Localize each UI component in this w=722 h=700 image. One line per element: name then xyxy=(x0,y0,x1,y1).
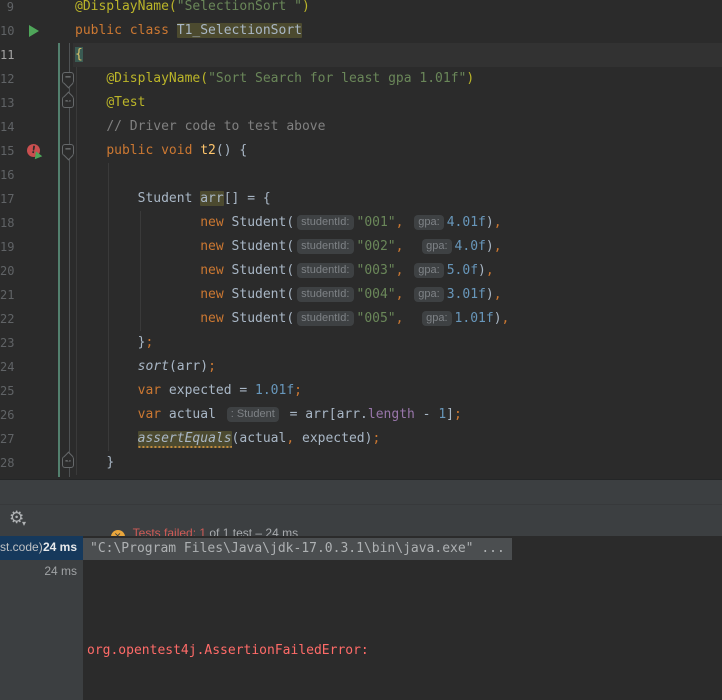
code-line-19[interactable]: 19 new Student(studentId: "002", gpa: 4.0f… xyxy=(0,235,722,259)
code-text: new Student(studentId: "002", gpa: 4.0f), xyxy=(200,239,502,254)
line-number[interactable]: 21 xyxy=(0,287,14,303)
code-text: new Student(studentId: "005", gpa: 1.01f), xyxy=(200,311,510,326)
code-text: public class T1_SelectionSort xyxy=(75,23,302,38)
line-number[interactable]: 13 xyxy=(0,95,14,111)
gear-button[interactable]: ⚙ ▾ xyxy=(9,508,27,528)
parameter-hint: studentId: xyxy=(297,287,354,302)
code-text: new Student(studentId: "001", gpa: 4.01f), xyxy=(200,215,502,230)
code-line-25[interactable]: 25 var expected = 1.01f; xyxy=(0,379,722,403)
fold-marker-icon[interactable]: − xyxy=(62,456,74,468)
code-line-21[interactable]: 21 new Student(studentId: "004", gpa: 3.01… xyxy=(0,283,722,307)
test-failed-run-icon[interactable]: ! xyxy=(26,143,41,158)
code-editor[interactable]: 9 @DisplayName("SelectionSort ") 10 public … xyxy=(0,0,722,479)
line-number[interactable]: 24 xyxy=(0,359,14,375)
line-number[interactable]: 14 xyxy=(0,119,14,135)
test-tree-row[interactable]: st.code) 24 ms xyxy=(0,536,83,560)
test-duration: 24 ms xyxy=(44,564,77,578)
code-text: new Student(studentId: "003", gpa: 5.0f), xyxy=(200,263,494,278)
line-number[interactable]: 23 xyxy=(0,335,14,351)
line-number[interactable]: 9 xyxy=(0,0,14,15)
code-text: @DisplayName("SelectionSort ") xyxy=(75,0,310,14)
line-number[interactable]: 17 xyxy=(0,191,14,207)
code-text: new Student(studentId: "004", gpa: 3.01f), xyxy=(200,287,502,302)
line-number[interactable]: 16 xyxy=(0,167,14,183)
line-number[interactable]: 25 xyxy=(0,383,14,399)
code-text: } xyxy=(106,455,115,470)
code-text: @DisplayName("Sort Search for least gpa … xyxy=(106,71,475,86)
code-text: Student arr[] = { xyxy=(75,191,271,206)
code-line-9[interactable]: 9 @DisplayName("SelectionSort ") xyxy=(0,0,722,19)
test-name-label: st.code) xyxy=(0,540,43,554)
code-text: var expected = 1.01f; xyxy=(137,383,302,398)
code-text: sort(arr); xyxy=(137,359,216,374)
code-text: public void t2() { xyxy=(106,143,248,158)
run-class-icon[interactable] xyxy=(29,25,39,37)
code-text: @Test xyxy=(106,95,146,110)
console-output: "C:\Program Files\Java\jdk-17.0.3.1\bin\… xyxy=(83,536,722,700)
code-line-28[interactable]: 28 − } xyxy=(0,451,722,475)
line-number[interactable]: 26 xyxy=(0,407,14,423)
chevron-down-icon: ▾ xyxy=(22,519,27,528)
fold-marker-icon[interactable]: − xyxy=(62,72,74,84)
assertion-error-block: org.opentest4j.AssertionFailedError: Exp… xyxy=(87,591,431,700)
code-line-11[interactable]: 11 { xyxy=(0,43,722,67)
code-line-22[interactable]: 22 new Student(studentId: "005", gpa: 1.01… xyxy=(0,307,722,331)
code-text: }; xyxy=(137,335,154,350)
line-number[interactable]: 19 xyxy=(0,239,14,255)
parameter-hint: gpa: xyxy=(414,263,444,278)
parameter-hint: studentId: xyxy=(297,239,354,254)
parameter-hint: gpa: xyxy=(414,287,444,302)
fold-marker-icon[interactable]: − xyxy=(62,144,74,156)
code-line-18[interactable]: 18 new Student(studentId: "001", gpa: 4.01… xyxy=(0,211,722,235)
line-number[interactable]: 11 xyxy=(0,47,14,63)
code-line-26[interactable]: 26 var actual : Student = arr[arr.length… xyxy=(0,403,722,427)
code-text: { xyxy=(75,47,83,62)
line-number[interactable]: 12 xyxy=(0,71,14,87)
test-duration: 24 ms xyxy=(42,540,77,554)
line-number[interactable]: 18 xyxy=(0,215,14,231)
code-text: var actual : Student = arr[arr.length - … xyxy=(137,407,462,422)
code-line-23[interactable]: 23 }; xyxy=(0,331,722,355)
test-tree[interactable]: st.code) 24 ms 24 ms xyxy=(0,536,83,700)
code-line-15[interactable]: 15! − public void t2() { xyxy=(0,139,722,163)
code-text: assertEquals(actual, expected); xyxy=(137,431,381,448)
parameter-hint: studentId: xyxy=(297,215,354,230)
line-number[interactable]: 20 xyxy=(0,263,14,279)
code-line-13[interactable]: 13 − @Test xyxy=(0,91,722,115)
test-results-panel: ⚙ ▾ ✕Tests failed: 1 of 1 test – 24 ms s… xyxy=(0,505,722,700)
code-line-20[interactable]: 20 new Student(studentId: "003", gpa: 5.0f… xyxy=(0,259,722,283)
console-command-line[interactable]: "C:\Program Files\Java\jdk-17.0.3.1\bin\… xyxy=(83,538,512,560)
code-line-17[interactable]: 17 Student arr[] = { xyxy=(0,187,722,211)
ide-window: 9 @DisplayName("SelectionSort ") 10 public … xyxy=(0,0,722,700)
line-number[interactable]: 27 xyxy=(0,431,14,447)
parameter-hint: : Student xyxy=(226,407,279,422)
panel-splitter[interactable] xyxy=(0,479,722,505)
parameter-hint: gpa: xyxy=(422,239,452,254)
code-line-24[interactable]: 24 sort(arr); xyxy=(0,355,722,379)
code-line-14[interactable]: 14 // Driver code to test above xyxy=(0,115,722,139)
code-line-10[interactable]: 10 public class T1_SelectionSort xyxy=(0,19,722,43)
line-number[interactable]: 22 xyxy=(0,311,14,327)
fold-marker-icon[interactable]: − xyxy=(62,96,74,108)
line-number[interactable]: 28 xyxy=(0,455,14,471)
code-text: // Driver code to test above xyxy=(106,119,326,134)
parameter-hint: studentId: xyxy=(297,311,354,326)
code-line-16[interactable]: 16 xyxy=(0,163,722,187)
parameter-hint: gpa: xyxy=(422,311,452,326)
line-number[interactable]: 15 xyxy=(0,143,14,159)
code-line-12[interactable]: 12 − @DisplayName("Sort Search for least … xyxy=(0,67,722,91)
parameter-hint: gpa: xyxy=(414,215,444,230)
parameter-hint: studentId: xyxy=(297,263,354,278)
error-class-text: org.opentest4j.AssertionFailedError: xyxy=(87,643,369,658)
code-line-27[interactable]: 27 assertEquals(actual, expected); xyxy=(0,427,722,451)
test-panel-toolbar: ⚙ ▾ ✕Tests failed: 1 of 1 test – 24 ms xyxy=(0,505,722,544)
line-number[interactable]: 10 xyxy=(0,23,14,39)
tests-failed-status: ✕Tests failed: 1 of 1 test – 24 ms xyxy=(84,512,298,544)
test-tree-row[interactable]: 24 ms xyxy=(0,560,83,584)
